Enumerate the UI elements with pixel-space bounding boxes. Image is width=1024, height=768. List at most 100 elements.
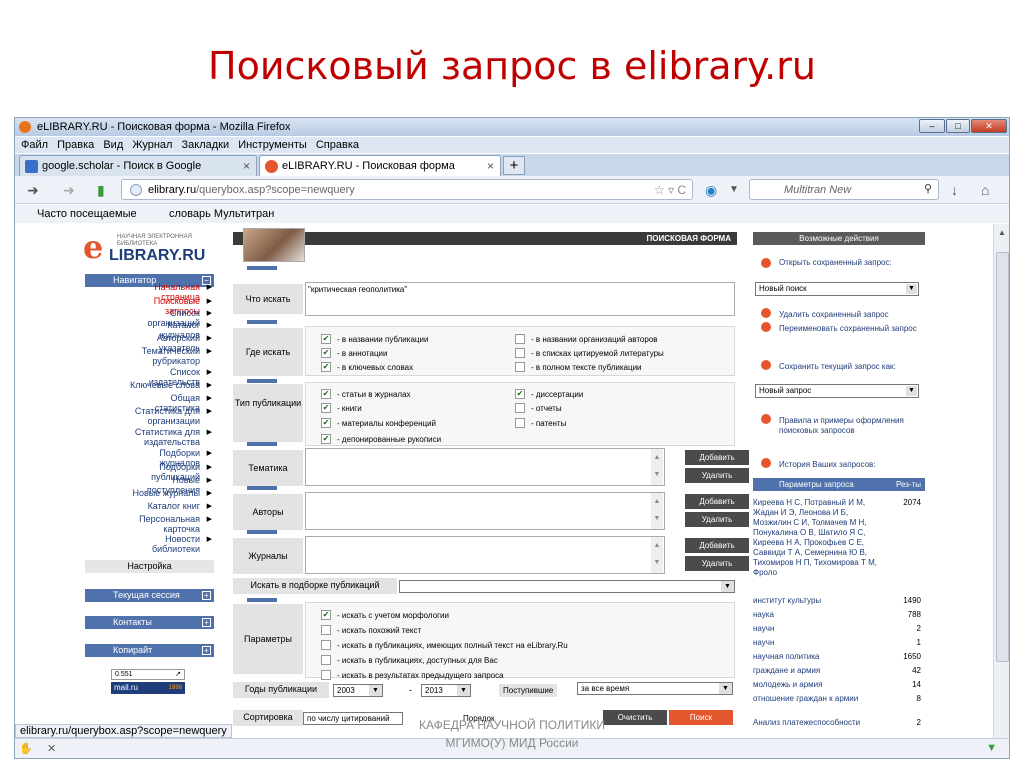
minimize-button[interactable]: – xyxy=(919,119,945,133)
nav-item[interactable]: Персональная карточка ▶ xyxy=(85,514,214,534)
scrollbar-thumb[interactable] xyxy=(996,252,1009,662)
history-link[interactable]: История Ваших запросов: xyxy=(779,460,921,470)
journals-input[interactable] xyxy=(305,536,665,574)
checkbox[interactable] xyxy=(515,362,525,372)
menu-help[interactable]: Справка xyxy=(316,139,359,151)
scroll-up-icon[interactable]: ▲ xyxy=(998,228,1006,237)
menu-file[interactable]: Файл xyxy=(21,139,48,151)
tab-elibrary[interactable]: eLIBRARY.RU - Поисковая форма × xyxy=(259,155,501,176)
checkbox[interactable]: ✔ xyxy=(321,348,331,358)
copyright-header[interactable]: Копирайт + xyxy=(85,644,214,657)
nav-item[interactable]: Статистика для организации ▶ xyxy=(85,406,214,426)
url-bar[interactable]: elibrary.ru/querybox.asp?scope=newquery … xyxy=(121,179,693,200)
close-tab-icon[interactable]: × xyxy=(487,159,494,173)
checkbox[interactable] xyxy=(321,655,331,665)
authors-remove-button[interactable]: Удалить xyxy=(685,512,749,527)
checkbox[interactable]: ✔ xyxy=(321,334,331,344)
nav-item[interactable]: Ключевые слова ▶ xyxy=(85,380,214,390)
bookmark-multitran[interactable]: словарь Мультитран xyxy=(169,208,274,220)
topic-add-button[interactable]: Добавить xyxy=(685,450,749,465)
checkbox[interactable]: ✔ xyxy=(321,418,331,428)
checkbox[interactable] xyxy=(321,670,331,680)
collection-select[interactable]: ▼ xyxy=(399,580,735,593)
close-window-button[interactable]: ✕ xyxy=(971,119,1007,133)
history-row[interactable]: научн 1 xyxy=(753,638,925,648)
authors-add-button[interactable]: Добавить xyxy=(685,494,749,509)
history-row[interactable]: наука 788 xyxy=(753,610,925,620)
year-from-select[interactable]: 2003 ▼ xyxy=(333,684,383,697)
nav-item[interactable]: Новые журналы ▶ xyxy=(85,488,214,498)
chevron-down-icon[interactable]: ▼ xyxy=(906,284,917,294)
checkbox[interactable]: ✔ xyxy=(321,434,331,444)
checkbox[interactable] xyxy=(515,418,525,428)
menu-history[interactable]: Журнал xyxy=(132,139,172,151)
bookmark-star-icon[interactable]: ☆ ▿ C xyxy=(654,183,686,197)
checkbox[interactable]: ✔ xyxy=(321,403,331,413)
topic-input[interactable] xyxy=(305,448,665,486)
history-row[interactable]: научная политика 1650 xyxy=(753,652,925,662)
save-query-select[interactable]: Новый запрос ▼ xyxy=(755,384,919,398)
journals-add-button[interactable]: Добавить xyxy=(685,538,749,553)
chevron-down-icon[interactable]: ▼ xyxy=(906,386,917,396)
search-icon[interactable]: ⚲ xyxy=(924,182,932,195)
vertical-scrollbar[interactable]: ▲ xyxy=(993,224,1009,738)
checkbox[interactable] xyxy=(515,403,525,413)
checkbox[interactable] xyxy=(515,334,525,344)
nav-settings[interactable]: Настройка xyxy=(85,560,214,573)
menu-tools[interactable]: Инструменты xyxy=(238,139,307,151)
new-tab-button[interactable]: + xyxy=(503,156,525,175)
back-icon[interactable]: ➜ xyxy=(27,182,39,199)
history-row[interactable]: институт культуры 1490 xyxy=(753,596,925,606)
authors-input[interactable] xyxy=(305,492,665,530)
nav-item[interactable]: Тематический рубрикатор ▶ xyxy=(85,346,214,366)
history-row[interactable]: отношение граждан к армии 8 xyxy=(753,694,925,714)
checkbox[interactable] xyxy=(515,348,525,358)
checkbox[interactable] xyxy=(321,625,331,635)
tab-google-scholar[interactable]: google.scholar - Поиск в Google × xyxy=(19,155,257,176)
open-saved-link[interactable]: Открыть сохраненный запрос: xyxy=(779,258,921,268)
counter-badge[interactable]: 0.551 ↗ xyxy=(111,669,185,680)
site-identity-icon[interactable] xyxy=(130,184,142,196)
maximize-button[interactable]: □ xyxy=(946,119,970,133)
addon-icon[interactable]: ◉ xyxy=(705,182,717,199)
checkbox[interactable]: ✔ xyxy=(321,389,331,399)
dropdown-icon[interactable]: ▼ xyxy=(729,184,739,195)
history-row[interactable]: Киреева Н С, Потравный И М, Жадан И Э, Л… xyxy=(753,498,925,588)
bookmark-most-visited[interactable]: Часто посещаемые xyxy=(37,208,137,220)
history-row[interactable]: научн 2 xyxy=(753,624,925,634)
year-to-select[interactable]: 2013 ▼ xyxy=(421,684,471,697)
rename-saved-link[interactable]: Переименовать сохраненный запрос xyxy=(779,324,921,334)
forward-icon[interactable]: ➜ xyxy=(63,182,75,199)
checkbox[interactable]: ✔ xyxy=(321,362,331,372)
download-icon[interactable]: ↓ xyxy=(951,182,958,198)
journals-scroll[interactable]: ▲ ▼ xyxy=(651,537,663,573)
nav-item[interactable]: Статистика для издательства ▶ xyxy=(85,427,214,447)
checkbox[interactable]: ✔ xyxy=(515,389,525,399)
save-current-link[interactable]: Сохранить текущий запрос как: xyxy=(779,362,921,372)
chevron-down-icon[interactable]: ▼ xyxy=(457,685,470,696)
journals-remove-button[interactable]: Удалить xyxy=(685,556,749,571)
nav-item[interactable]: Каталог книг ▶ xyxy=(85,501,214,511)
history-row[interactable]: граждане и армия 42 xyxy=(753,666,925,676)
expand-icon[interactable]: + xyxy=(202,591,211,600)
checkbox[interactable] xyxy=(321,640,331,650)
checkbox[interactable]: ✔ xyxy=(321,610,331,620)
expand-icon[interactable]: + xyxy=(202,618,211,627)
authors-scroll[interactable]: ▲ ▼ xyxy=(651,493,663,529)
history-row[interactable]: молодежь и армия 14 xyxy=(753,680,925,690)
menu-view[interactable]: Вид xyxy=(103,139,123,151)
chevron-down-icon[interactable]: ▼ xyxy=(369,685,382,696)
expand-icon[interactable]: + xyxy=(202,646,211,655)
contacts-header[interactable]: Контакты + xyxy=(85,616,214,629)
chevron-down-icon[interactable]: ▼ xyxy=(719,683,732,694)
session-header[interactable]: Текущая сессия + xyxy=(85,589,214,602)
chevron-down-icon[interactable]: ▼ xyxy=(721,581,734,592)
delete-saved-link[interactable]: Удалить сохраненный запрос xyxy=(779,310,921,320)
topic-scroll[interactable]: ▲ ▼ xyxy=(651,449,663,485)
saved-query-select[interactable]: Новый поиск ▼ xyxy=(755,282,919,296)
nav-item[interactable]: Новости библиотеки ▶ xyxy=(85,534,214,554)
close-tab-icon[interactable]: × xyxy=(243,159,250,173)
topic-remove-button[interactable]: Удалить xyxy=(685,468,749,483)
what-input[interactable]: "критическая геополитика" xyxy=(305,282,735,316)
menu-edit[interactable]: Правка xyxy=(57,139,94,151)
